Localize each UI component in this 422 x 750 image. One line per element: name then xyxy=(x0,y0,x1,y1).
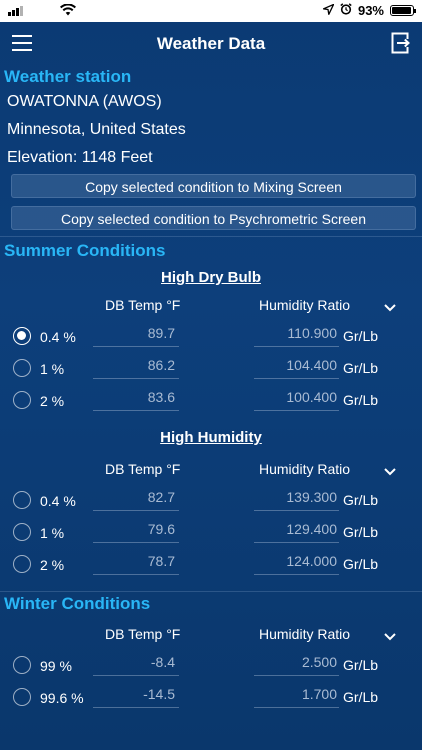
percentile-label: 0.4 % xyxy=(40,329,76,345)
high-humidity-list: 0.4 % 82.7 139.300 Gr/Lb 1 % 79.6 129.400 Gr/Lb… xyxy=(0,485,422,581)
alarm-clock-icon xyxy=(340,3,352,18)
chevron-down-icon[interactable] xyxy=(384,299,396,315)
radio-button[interactable] xyxy=(13,523,31,541)
db-temp-value: 83.6 xyxy=(93,389,179,411)
condition-row[interactable]: 1 % 79.6 129.400 Gr/Lb xyxy=(0,517,422,549)
percentile-label: 1 % xyxy=(40,525,65,541)
cellular-signal-icon xyxy=(8,6,23,16)
winter-conditions-heading: Winter Conditions xyxy=(4,594,151,613)
db-temp-value: 79.6 xyxy=(93,521,179,543)
unit-label: Gr/Lb xyxy=(343,657,379,673)
condition-row[interactable]: 99.6 % -14.5 1.700 Gr/Lb xyxy=(0,682,422,714)
db-temp-value: 82.7 xyxy=(93,489,179,511)
unit-label: Gr/Lb xyxy=(343,689,379,705)
percentile-label: 2 % xyxy=(40,557,65,573)
weather-station-heading: Weather station xyxy=(4,67,132,86)
radio-button[interactable] xyxy=(13,491,31,509)
page-title: Weather Data xyxy=(156,34,266,53)
humidity-ratio-column-label: Humidity Ratio xyxy=(259,297,351,313)
percentile-label: 99.6 % xyxy=(40,690,84,706)
station-elevation: Elevation: 1148 Feet xyxy=(7,149,153,166)
radio-button[interactable] xyxy=(13,555,31,573)
db-temp-value: 89.7 xyxy=(93,325,179,347)
high-dry-bulb-title: High Dry Bulb xyxy=(161,269,261,286)
percentile-label: 2 % xyxy=(40,393,65,409)
humidity-ratio-value: 110.900 xyxy=(254,325,339,347)
db-temp-column-label: DB Temp °F xyxy=(105,461,181,477)
condition-row[interactable]: 2 % 83.6 100.400 Gr/Lb xyxy=(0,385,422,417)
high-humidity-column-header: DB Temp °F Humidity Ratio xyxy=(0,461,422,483)
logout-icon[interactable] xyxy=(390,32,410,59)
unit-label: Gr/Lb xyxy=(343,328,379,344)
high-humidity-title: High Humidity xyxy=(160,429,262,446)
humidity-ratio-column-label: Humidity Ratio xyxy=(259,461,351,477)
humidity-ratio-value: 129.400 xyxy=(254,521,339,543)
battery-percent: 93% xyxy=(357,3,384,18)
condition-row[interactable]: 2 % 78.7 124.000 Gr/Lb xyxy=(0,549,422,581)
unit-label: Gr/Lb xyxy=(343,360,379,376)
radio-button[interactable] xyxy=(13,688,31,706)
wifi-icon xyxy=(60,3,76,19)
db-temp-value: 78.7 xyxy=(93,553,179,575)
high-dry-bulb-list: 0.4 % 89.7 110.900 Gr/Lb 1 % 86.2 104.400 Gr/Lb… xyxy=(0,321,422,417)
percentile-label: 0.4 % xyxy=(40,493,76,509)
chevron-down-icon[interactable] xyxy=(384,463,396,479)
unit-label: Gr/Lb xyxy=(343,556,379,572)
copy-to-psychrometric-button[interactable]: Copy selected condition to Psychrometric… xyxy=(11,206,416,230)
unit-label: Gr/Lb xyxy=(343,392,379,408)
chevron-down-icon[interactable] xyxy=(384,628,396,644)
station-location: Minnesota, United States xyxy=(7,121,186,138)
station-name: OWATONNA (AWOS) xyxy=(7,93,162,110)
percentile-label: 99 % xyxy=(40,658,72,674)
db-temp-column-label: DB Temp °F xyxy=(105,626,181,642)
humidity-ratio-value: 139.300 xyxy=(254,489,339,511)
radio-button[interactable] xyxy=(13,656,31,674)
radio-button[interactable] xyxy=(13,359,31,377)
humidity-ratio-value: 100.400 xyxy=(254,389,339,411)
copy-to-mixing-button[interactable]: Copy selected condition to Mixing Screen xyxy=(11,174,416,198)
nav-bar: Weather Data xyxy=(0,22,422,64)
battery-icon xyxy=(390,5,416,16)
humidity-ratio-value: 1.700 xyxy=(254,686,339,708)
db-temp-column-label: DB Temp °F xyxy=(105,297,181,313)
condition-row[interactable]: 0.4 % 82.7 139.300 Gr/Lb xyxy=(0,485,422,517)
winter-list: 99 % -8.4 2.500 Gr/Lb 99.6 % -14.5 1.700 Gr/Lb xyxy=(0,650,422,714)
humidity-ratio-column-label: Humidity Ratio xyxy=(259,626,351,642)
db-temp-value: -8.4 xyxy=(93,654,179,676)
unit-label: Gr/Lb xyxy=(343,492,379,508)
condition-row[interactable]: 99 % -8.4 2.500 Gr/Lb xyxy=(0,650,422,682)
condition-row[interactable]: 1 % 86.2 104.400 Gr/Lb xyxy=(0,353,422,385)
status-bar: 93% xyxy=(0,0,422,22)
humidity-ratio-value: 124.000 xyxy=(254,553,339,575)
db-temp-value: -14.5 xyxy=(93,686,179,708)
humidity-ratio-value: 2.500 xyxy=(254,654,339,676)
winter-column-header: DB Temp °F Humidity Ratio xyxy=(0,626,422,648)
db-temp-value: 86.2 xyxy=(93,357,179,379)
percentile-label: 1 % xyxy=(40,361,65,377)
condition-row[interactable]: 0.4 % 89.7 110.900 Gr/Lb xyxy=(0,321,422,353)
high-dry-bulb-column-header: DB Temp °F Humidity Ratio xyxy=(0,297,422,319)
unit-label: Gr/Lb xyxy=(343,524,379,540)
humidity-ratio-value: 104.400 xyxy=(254,357,339,379)
location-arrow-icon xyxy=(322,3,335,18)
radio-button[interactable] xyxy=(13,391,31,409)
radio-button[interactable] xyxy=(13,327,31,345)
summer-conditions-heading: Summer Conditions xyxy=(4,241,166,260)
divider xyxy=(0,236,422,237)
